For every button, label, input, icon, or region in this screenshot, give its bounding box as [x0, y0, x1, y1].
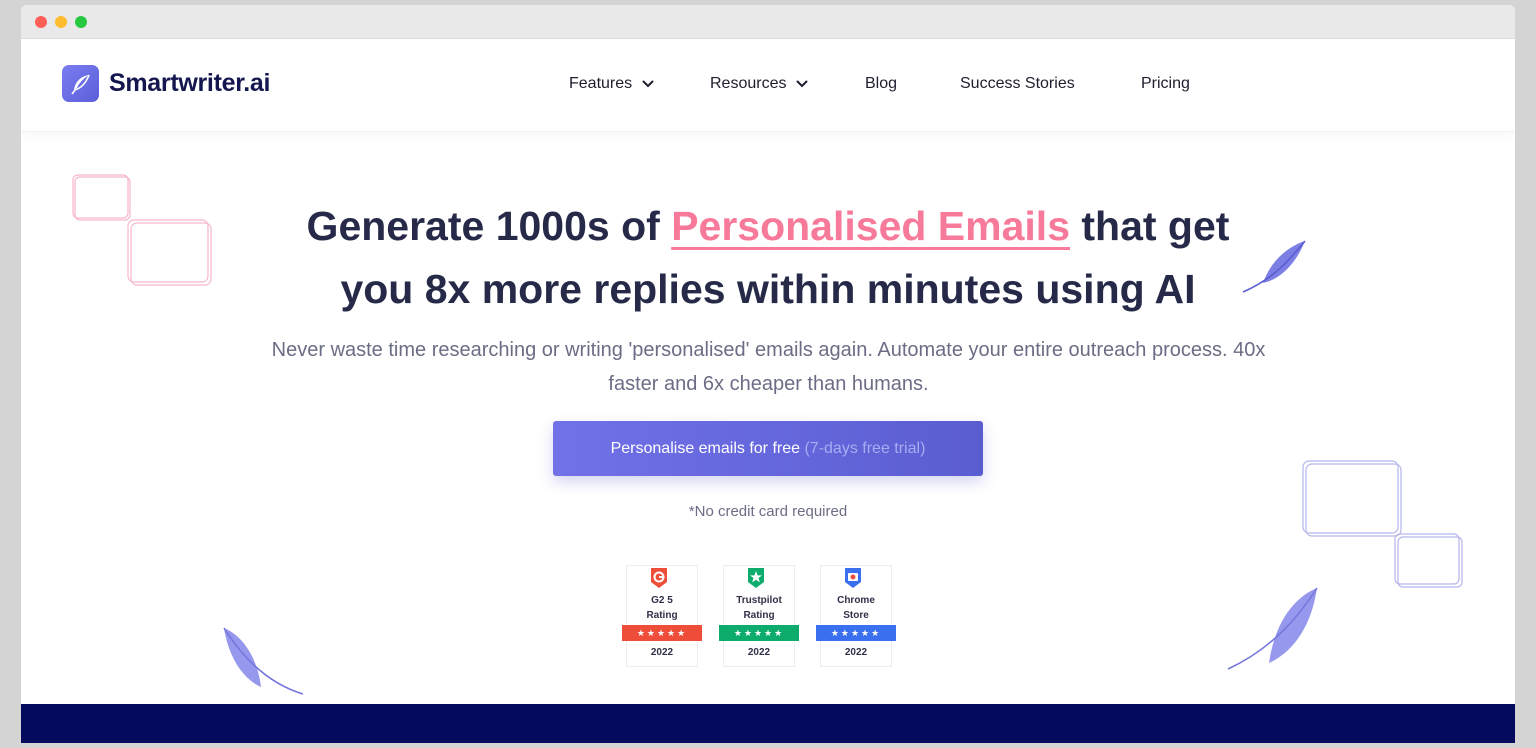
badge-label-line1: Chrome: [837, 595, 875, 606]
chevron-down-icon: [796, 75, 808, 93]
star-rating-ribbon: ★★★★★: [622, 625, 702, 641]
no-credit-card-note: *No credit card required: [688, 503, 848, 520]
nav-blog-label: Blog: [865, 75, 898, 92]
nav-resources-label: Resources: [710, 75, 787, 92]
badge-label: G2 5 Rating: [626, 593, 698, 623]
badge-label: Trustpilot Rating: [723, 593, 795, 623]
brand-name: Smartwriter.ai: [109, 69, 271, 97]
minimize-window-button[interactable]: [55, 16, 67, 28]
badge-label-line2: Store: [843, 610, 869, 621]
site-header: Smartwriter.ai Features Resources Blog S…: [21, 40, 1515, 132]
badge-label-line1: Trustpilot: [736, 595, 782, 606]
personalise-emails-cta-button[interactable]: Personalise emails for free (7-days free…: [553, 421, 983, 476]
badge-label-line2: Rating: [743, 610, 775, 621]
nav-success-stories[interactable]: Success Stories: [960, 75, 1075, 93]
nav-pricing[interactable]: Pricing: [1141, 75, 1190, 93]
badge-label: Chrome Store: [820, 593, 892, 623]
g2-rating-badge[interactable]: G2 5 Rating ★★★★★ 2022: [622, 565, 702, 669]
hero-title-highlight: Personalised Emails: [671, 203, 1070, 249]
hero-headline: Generate 1000s of Personalised Emails th…: [21, 195, 1515, 321]
badge-year: 2022: [844, 647, 868, 658]
window-titlebar: [21, 5, 1515, 39]
g2-icon: [651, 568, 667, 588]
cta-trial-note: (7-days free trial): [804, 439, 926, 457]
maximize-window-button[interactable]: [75, 16, 87, 28]
cta-label: Personalise emails for free: [610, 439, 805, 457]
purple-card-outline-decoration: [1302, 460, 1463, 588]
hero-title-start: Generate 1000s of: [306, 203, 672, 249]
badge-label-line1: G2 5: [651, 595, 673, 606]
star-rating-ribbon: ★★★★★: [719, 625, 799, 641]
feather-decoration-icon: [1227, 587, 1318, 670]
nav-features[interactable]: Features: [569, 75, 654, 93]
feather-decoration-icon: [223, 627, 304, 695]
hero-subtitle: Never waste time researching or writing …: [271, 339, 1266, 395]
chrome-store-badge[interactable]: Chrome Store ★★★★★ 2022: [816, 565, 896, 669]
trustpilot-rating-badge[interactable]: Trustpilot Rating ★★★★★ 2022: [719, 565, 799, 669]
badge-year: 2022: [650, 647, 674, 658]
hero-title-end: that get: [1070, 203, 1230, 249]
dark-section-band: [21, 704, 1515, 743]
feather-logo-icon: [62, 65, 99, 102]
nav-features-label: Features: [569, 75, 633, 92]
badge-year: 2022: [747, 647, 771, 658]
brand-logo[interactable]: Smartwriter.ai: [62, 65, 270, 102]
browser-window: Smartwriter.ai Features Resources Blog S…: [21, 5, 1515, 743]
badge-label-line2: Rating: [646, 610, 678, 621]
close-window-button[interactable]: [35, 16, 47, 28]
chrome-store-icon: [845, 568, 861, 588]
chevron-down-icon: [642, 75, 654, 93]
nav-blog[interactable]: Blog: [865, 75, 897, 93]
nav-resources[interactable]: Resources: [710, 75, 808, 93]
nav-success-stories-label: Success Stories: [960, 75, 1075, 92]
star-rating-ribbon: ★★★★★: [816, 625, 896, 641]
trustpilot-star-icon: [748, 568, 764, 588]
hero-title-line2: you 8x more replies within minutes using…: [340, 266, 1196, 312]
nav-pricing-label: Pricing: [1141, 75, 1190, 92]
